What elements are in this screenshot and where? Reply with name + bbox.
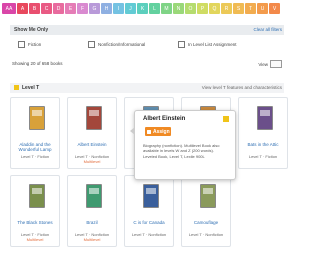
book-card[interactable]: Aladdin and the Wonderful Lamp Level T · …	[10, 97, 60, 169]
fiction-checkbox[interactable]	[18, 41, 25, 48]
book-cover-image[interactable]	[29, 106, 45, 130]
book-meta: Level T · Nonfiction	[127, 232, 171, 238]
popover-description: Biography (nonfiction). Multilevel Book …	[143, 143, 220, 159]
level-chip-f[interactable]: F	[77, 3, 88, 14]
book-title-link[interactable]: Bats in the Attic	[241, 142, 285, 147]
book-title-link[interactable]: C is for Canada	[127, 220, 171, 225]
filter-level-list[interactable]: In Level List Assignment	[178, 41, 237, 48]
view-control[interactable]: View	[258, 60, 282, 68]
level-chip-t[interactable]: T	[245, 3, 256, 14]
popover-arrow	[130, 127, 135, 135]
level-chip-e[interactable]: E	[65, 3, 76, 14]
level-chip-j[interactable]: J	[125, 3, 136, 14]
book-title-link[interactable]: Camouflage	[184, 220, 228, 225]
book-level-genre: Level T · Nonfiction	[131, 232, 167, 237]
level-section-title: Level T	[22, 85, 40, 91]
show-me-only-bar: Show Me Only Clear all filters	[10, 25, 284, 35]
nonfiction-checkbox[interactable]	[88, 41, 95, 48]
book-meta: Level T · Nonfiction	[184, 232, 228, 238]
level-chip-p[interactable]: P	[197, 3, 208, 14]
level-chip-g[interactable]: G	[89, 3, 100, 14]
level-chip-m[interactable]: M	[161, 3, 172, 14]
level-chip-s[interactable]: S	[233, 3, 244, 14]
book-card[interactable]: Bats in the Attic Level T · Fiction	[238, 97, 288, 169]
level-chip-v[interactable]: V	[269, 3, 280, 14]
book-cover-image[interactable]	[143, 184, 159, 208]
book-cover-image[interactable]	[86, 106, 102, 130]
filter-fiction-label: Fiction	[28, 42, 42, 47]
level-chip-k[interactable]: K	[137, 3, 148, 14]
multilevel-badge: Multilevel	[26, 236, 44, 242]
show-me-only-title: Show Me Only	[14, 27, 49, 33]
clear-filters-link[interactable]: Clear all filters	[253, 27, 282, 32]
view-label: View	[258, 61, 268, 67]
book-meta: Level T · Fiction Multilevel	[13, 232, 57, 243]
level-badge-icon	[14, 85, 19, 90]
showing-count: Showing 20 of 658 books	[12, 61, 63, 66]
level-chip-q[interactable]: Q	[209, 3, 220, 14]
book-title-link[interactable]: Aladdin and the Wonderful Lamp	[13, 142, 57, 152]
book-info-popover: Albert Einstein Assign Biography (nonfic…	[130, 110, 236, 180]
book-cover-image[interactable]	[257, 106, 273, 130]
multilevel-badge: Multilevel	[83, 158, 101, 164]
filter-nonfiction-label: Nonfiction/Informational	[98, 42, 146, 47]
level-chip-n[interactable]: N	[173, 3, 184, 14]
filter-fiction[interactable]: Fiction	[18, 41, 41, 48]
assign-button-label: Assign	[153, 128, 170, 135]
level-chip-aa[interactable]: AA	[2, 3, 16, 14]
book-level-genre: Level T · Fiction	[20, 154, 50, 159]
book-cover-image[interactable]	[200, 184, 216, 208]
level-chip-h[interactable]: H	[101, 3, 112, 14]
book-meta: Level T · Fiction	[241, 154, 285, 160]
level-chip-u[interactable]: U	[257, 3, 268, 14]
book-card[interactable]: Camouflage Level T · Nonfiction	[181, 175, 231, 247]
book-level-genre: Level T · Nonfiction	[188, 232, 224, 237]
book-level-genre: Level T · Fiction	[248, 154, 278, 159]
popover-title: Albert Einstein	[143, 116, 186, 122]
book-title-link[interactable]: Albert Einstein	[70, 142, 114, 147]
book-cover-image[interactable]	[86, 184, 102, 208]
book-card[interactable]: The Black Stones Level T · Fiction Multile…	[10, 175, 60, 247]
filter-level-list-label: In Level List Assignment	[188, 42, 237, 47]
assign-button[interactable]: Assign	[145, 127, 171, 136]
book-title-link[interactable]: Brazil	[70, 220, 114, 225]
book-meta: Level T · Fiction	[13, 154, 57, 160]
book-card[interactable]: Albert Einstein Level T · Nonfiction Multi…	[67, 97, 117, 169]
level-chip-r[interactable]: R	[221, 3, 232, 14]
filter-options: Fiction Nonfiction/Informational In Leve…	[10, 38, 284, 48]
level-section-header: Level T View level T features and charac…	[10, 83, 284, 93]
book-cover-image[interactable]	[29, 184, 45, 208]
book-meta: Level T · Nonfiction Multilevel	[70, 232, 114, 243]
book-card[interactable]: Brazil Level T · Nonfiction Multilevel	[67, 175, 117, 247]
level-selector-bar: AA A B C D E F G H I J K L M N O P Q R S T U V	[2, 3, 282, 14]
level-list-checkbox[interactable]	[178, 41, 185, 48]
level-chip-d[interactable]: D	[53, 3, 64, 14]
close-icon[interactable]	[223, 116, 229, 122]
level-chip-c[interactable]: C	[41, 3, 52, 14]
view-toggle[interactable]	[270, 60, 282, 68]
level-chip-o[interactable]: O	[185, 3, 196, 14]
level-features-link[interactable]: View level T features and characteristic…	[202, 85, 282, 90]
level-chip-l[interactable]: L	[149, 3, 160, 14]
level-chip-i[interactable]: I	[113, 3, 124, 14]
multilevel-badge: Multilevel	[83, 236, 101, 242]
book-card[interactable]: C is for Canada Level T · Nonfiction	[124, 175, 174, 247]
level-chip-b[interactable]: B	[29, 3, 40, 14]
book-meta: Level T · Nonfiction Multilevel	[70, 154, 114, 165]
filter-nonfiction[interactable]: Nonfiction/Informational	[88, 41, 145, 48]
book-title-link[interactable]: The Black Stones	[13, 220, 57, 225]
level-chip-a[interactable]: A	[17, 3, 28, 14]
assign-icon	[147, 129, 151, 134]
